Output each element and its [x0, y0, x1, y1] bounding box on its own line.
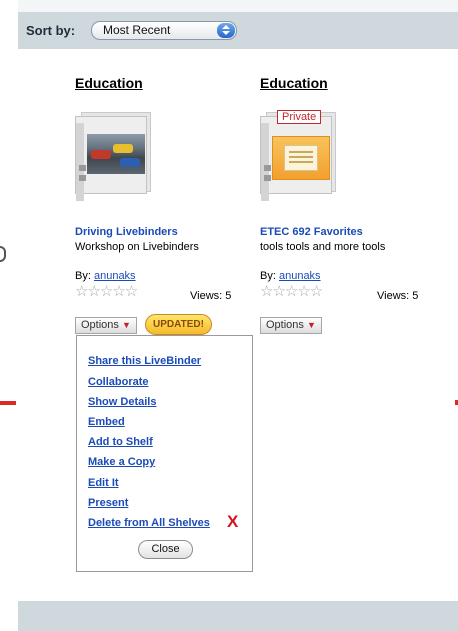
binder-thumbnail[interactable] [75, 110, 153, 201]
sort-select[interactable]: Most Recent [91, 21, 237, 40]
left-edge-marker [0, 401, 16, 405]
menu-item-share[interactable]: Share this LiveBinder [88, 355, 201, 367]
binder-cover [75, 116, 147, 201]
race-cars-image [87, 134, 145, 174]
author-link[interactable]: anunaks [279, 270, 321, 282]
sort-selected-value: Most Recent [103, 23, 171, 37]
shelf-title[interactable]: Education [260, 75, 440, 91]
binder-cover [260, 116, 332, 201]
binder-card-etec-692: Education Private ETEC 692 Favorites too… [260, 75, 440, 334]
menu-item-show-details[interactable]: Show Details [88, 396, 156, 408]
menu-item-collaborate[interactable]: Collaborate [88, 376, 149, 388]
top-strip [18, 0, 458, 12]
binder-tab [264, 175, 271, 181]
document-paper-icon [284, 145, 318, 171]
options-menu: Share this LiveBinder Collaborate Show D… [76, 335, 253, 572]
binder-description: tools tools and more tools [260, 241, 386, 253]
menu-item-delete-from-all-shelves[interactable]: Delete from All Shelves [88, 517, 210, 529]
options-label: Options [266, 319, 304, 331]
shelf-title[interactable]: Education [75, 75, 255, 91]
menu-item-add-to-shelf[interactable]: Add to Shelf [88, 436, 153, 448]
options-label: Options [81, 319, 119, 331]
binder-description: Workshop on Livebinders [75, 241, 199, 253]
binder-spine [76, 123, 84, 201]
bottom-bar [18, 601, 458, 631]
dropdown-triangle-icon: ▼ [306, 320, 316, 330]
menu-item-edit-it[interactable]: Edit It [88, 477, 119, 489]
select-arrows-icon[interactable] [217, 23, 235, 38]
author-link[interactable]: anunaks [94, 270, 136, 282]
race-car-shape [113, 144, 133, 153]
race-car-shape [91, 150, 111, 159]
binder-tab [264, 165, 271, 171]
menu-item-present[interactable]: Present [88, 497, 128, 509]
edge-fragment [0, 246, 6, 262]
menu-item-make-a-copy[interactable]: Make a Copy [88, 456, 155, 468]
binder-tab [79, 165, 86, 171]
views-count: Views: 5 [190, 290, 232, 302]
race-car-shape [120, 158, 140, 167]
binder-title-link[interactable]: ETEC 692 Favorites [260, 226, 363, 238]
binder-card-driving-livebinders: Education Driving Livebinders Workshop o… [75, 75, 255, 335]
rating-stars[interactable]: ☆☆☆☆☆ [75, 282, 138, 300]
by-label: By: [75, 270, 91, 282]
author-line: By: anunaks [75, 270, 136, 282]
updated-badge: UPDATED! [145, 314, 212, 335]
author-line: By: anunaks [260, 270, 321, 282]
binder-tab [79, 175, 86, 181]
options-button[interactable]: Options ▼ [75, 317, 137, 334]
binder-title-link[interactable]: Driving Livebinders [75, 226, 178, 238]
private-badge: Private [277, 110, 322, 124]
delete-x-icon[interactable]: X [227, 513, 238, 530]
close-button[interactable]: Close [138, 540, 193, 559]
menu-item-embed[interactable]: Embed [88, 416, 125, 428]
views-count: Views: 5 [377, 290, 419, 302]
binder-thumbnail[interactable]: Private [260, 110, 338, 201]
options-button[interactable]: Options ▼ [260, 317, 322, 334]
sort-label: Sort by: [26, 23, 76, 38]
dropdown-triangle-icon: ▼ [121, 320, 131, 330]
orange-document-image [272, 136, 330, 180]
binder-spine [261, 123, 269, 201]
sort-toolbar: Sort by: Most Recent [18, 12, 458, 49]
rating-stars[interactable]: ☆☆☆☆☆ [260, 282, 323, 300]
by-label: By: [260, 270, 276, 282]
